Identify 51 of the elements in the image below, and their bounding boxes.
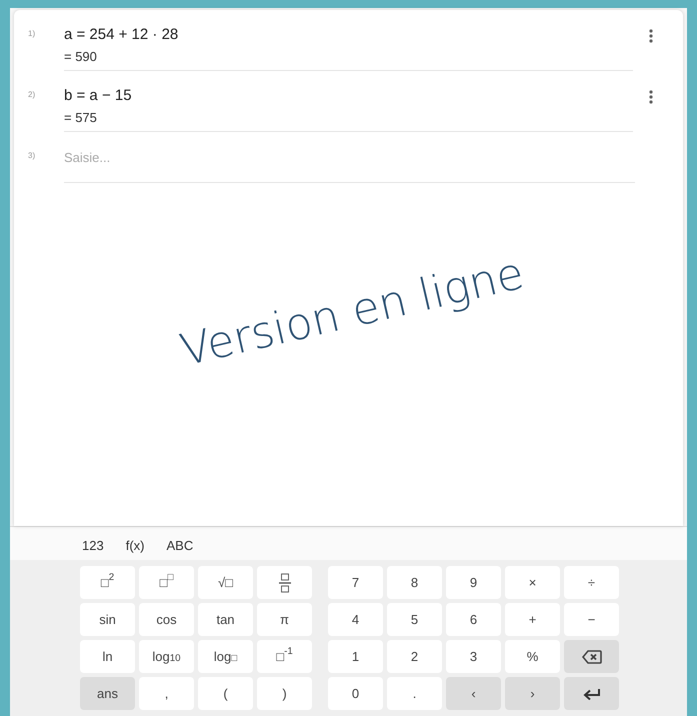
keyboard-tab[interactable]: f(x)	[126, 535, 144, 560]
keyboard-key[interactable]	[564, 640, 619, 673]
input-field[interactable]: Saisie...	[64, 148, 635, 178]
keyboard-key[interactable]: .	[387, 677, 442, 710]
keyboard-key[interactable]: log$_{□}$	[198, 640, 253, 673]
keyboard-key[interactable]: □$^{2}$	[80, 566, 135, 599]
overlay-caption: Version en ligne	[174, 246, 530, 379]
row-number: 1)	[28, 29, 36, 38]
row-number: 2)	[28, 90, 36, 99]
keyboard-key[interactable]: ‹	[446, 677, 501, 710]
keyboard-key[interactable]: ln	[80, 640, 135, 673]
keyboard-key[interactable]: ,	[139, 677, 194, 710]
keyboard-key[interactable]: 8	[387, 566, 442, 599]
keyboard-key[interactable]: %	[505, 640, 560, 673]
keyboard-key[interactable]: sin	[80, 603, 135, 636]
expression-result: = 575	[64, 108, 98, 126]
backspace-icon	[582, 650, 602, 664]
enter-icon	[582, 688, 600, 700]
keyboard-key[interactable]: 9	[446, 566, 501, 599]
keyboard-key[interactable]: log$_{10}$	[139, 640, 194, 673]
keyboard-key[interactable]	[257, 566, 312, 599]
row-number: 3)	[28, 151, 36, 160]
expression-result: = 590	[64, 48, 98, 66]
keyboard-key[interactable]: 7	[328, 566, 383, 599]
keyboard-key[interactable]: □$^{□}$	[139, 566, 194, 599]
keyboard-tab[interactable]: ABC	[166, 535, 194, 560]
keyboard-key[interactable]: 5	[387, 603, 442, 636]
keyboard-key[interactable]: ›	[505, 677, 560, 710]
keyboard-key[interactable]: (	[198, 677, 253, 710]
keyboard-key[interactable]: π	[257, 603, 312, 636]
keyboard-tab[interactable]: 123	[82, 535, 104, 560]
keyboard-key[interactable]: 2	[387, 640, 442, 673]
keyboard-key[interactable]: −	[564, 603, 619, 636]
keyboard-key[interactable]	[564, 677, 619, 710]
keyboard-key[interactable]: )	[257, 677, 312, 710]
keyboard-key[interactable]: ans	[80, 677, 135, 710]
keyboard-key[interactable]: 3	[446, 640, 501, 673]
expression-input[interactable]: b = a − 15	[64, 85, 633, 108]
keyboard-key[interactable]: ÷	[564, 566, 619, 599]
keyboard-key[interactable]: +	[505, 603, 560, 636]
fraction-icon	[278, 572, 290, 592]
keyboard-key[interactable]: 6	[446, 603, 501, 636]
keyboard-key[interactable]: 1	[328, 640, 383, 673]
keyboard-key[interactable]: cos	[139, 603, 194, 636]
keyboard-key[interactable]: 4	[328, 603, 383, 636]
keyboard-key[interactable]: ×	[505, 566, 560, 599]
keyboard-key[interactable]: tan	[198, 603, 253, 636]
keyboard-key[interactable]: √□	[198, 566, 253, 599]
keyboard-key[interactable]: 0	[328, 677, 383, 710]
expression-input[interactable]: a = 254 + 12 · 28	[64, 24, 633, 46]
keyboard-key[interactable]: □$^{-1}$	[257, 640, 312, 673]
